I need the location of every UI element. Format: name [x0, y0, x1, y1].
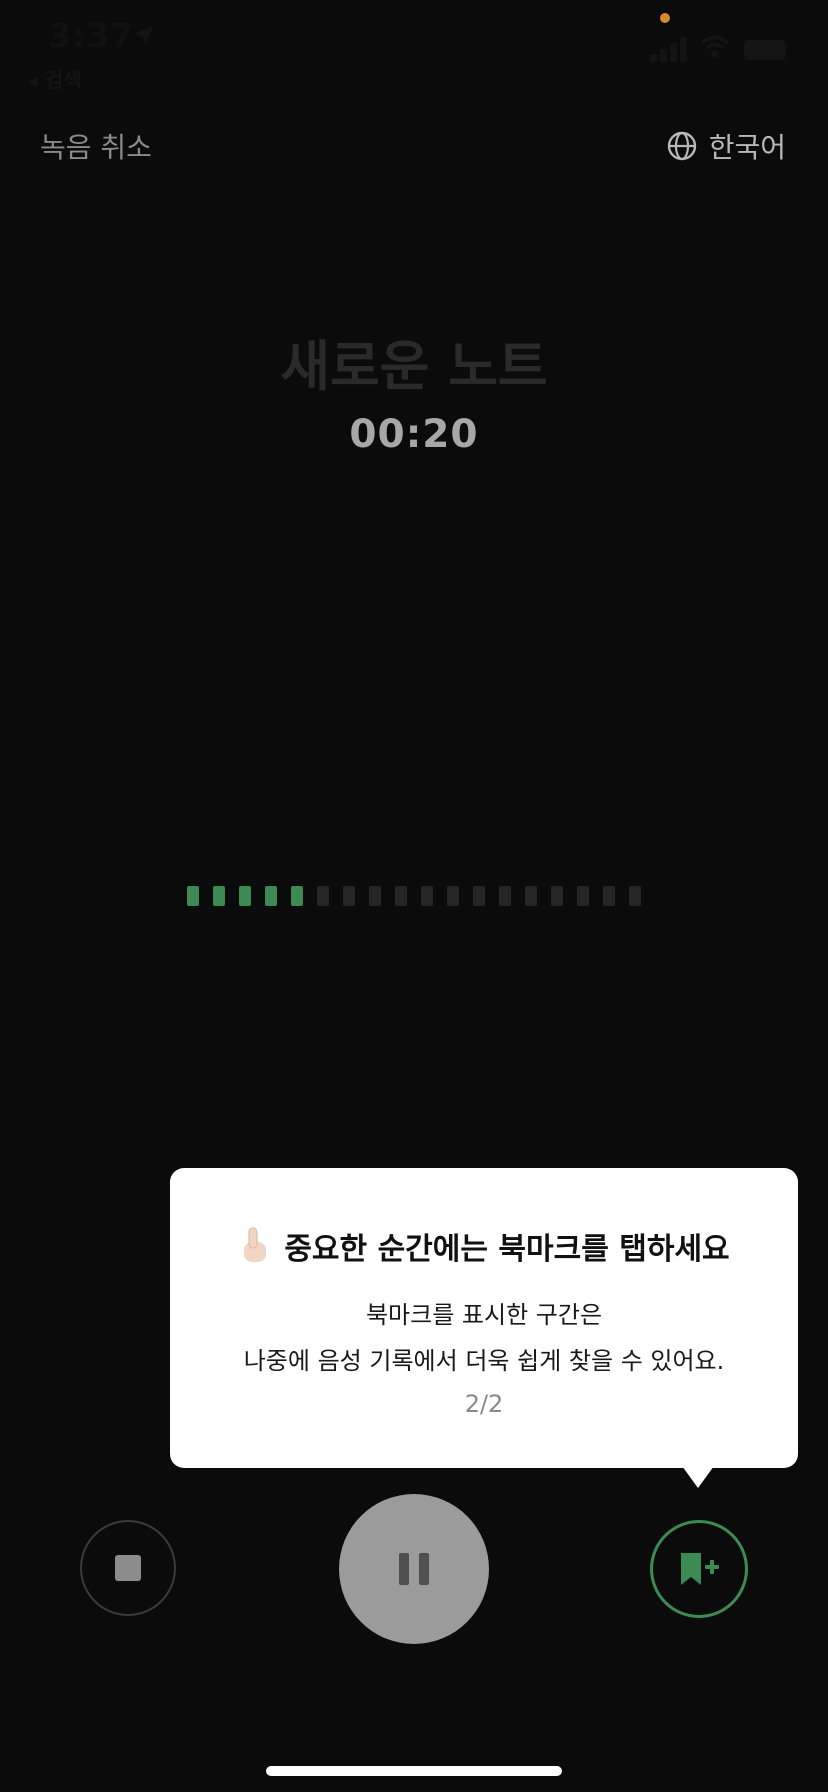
- tooltip-title-row: 중요한 순간에는 북마크를 탭하세요: [170, 1224, 798, 1268]
- audio-level-meter: [187, 886, 641, 906]
- level-bar: [577, 886, 589, 906]
- add-bookmark-button[interactable]: [650, 1520, 748, 1618]
- home-indicator[interactable]: [266, 1766, 562, 1776]
- tooltip-title: 중요한 순간에는 북마크를 탭하세요: [284, 1232, 730, 1267]
- level-bar: [369, 886, 381, 906]
- pointing-hand-icon: [244, 1227, 267, 1262]
- tooltip-pointer: [682, 1466, 714, 1488]
- recording-screen: 3:37 ◂ 검색 녹음 취소 한국어 새로운 노트 00:20 중요한 순간에…: [0, 0, 828, 1792]
- cancel-recording-button[interactable]: 녹음 취소: [40, 126, 152, 166]
- level-bar: [447, 886, 459, 906]
- mic-in-use-indicator: [660, 13, 670, 23]
- level-bar: [499, 886, 511, 906]
- level-bar: [551, 886, 563, 906]
- bookmark-add-icon: [681, 1553, 719, 1585]
- globe-icon: [667, 131, 696, 161]
- battery-icon: [744, 40, 786, 60]
- level-bar: [265, 886, 277, 906]
- note-title[interactable]: 새로운 노트: [0, 322, 828, 401]
- location-arrow-icon: [134, 25, 154, 45]
- level-bar: [421, 886, 433, 906]
- level-bar: [343, 886, 355, 906]
- level-bar: [187, 886, 199, 906]
- level-bar: [291, 886, 303, 906]
- wifi-icon: [700, 35, 730, 58]
- pause-icon: [399, 1553, 409, 1585]
- level-bar: [525, 886, 537, 906]
- level-bar: [473, 886, 485, 906]
- bookmark-tooltip[interactable]: 중요한 순간에는 북마크를 탭하세요 북마크를 표시한 구간은 나중에 음성 기…: [170, 1168, 798, 1468]
- level-bar: [239, 886, 251, 906]
- tooltip-body-line: 나중에 음성 기록에서 더욱 쉽게 찾을 수 있어요.: [243, 1347, 725, 1375]
- level-bar: [629, 886, 641, 906]
- tooltip-body: 북마크를 표시한 구간은 나중에 음성 기록에서 더욱 쉽게 찾을 수 있어요.: [170, 1292, 798, 1384]
- level-bar: [603, 886, 615, 906]
- tooltip-page-indicator: 2/2: [464, 1390, 504, 1418]
- pause-button[interactable]: [339, 1494, 489, 1644]
- language-label: 한국어: [708, 131, 786, 164]
- level-bar: [395, 886, 407, 906]
- cellular-signal-icon: [650, 36, 690, 62]
- language-selector[interactable]: 한국어: [667, 126, 786, 166]
- pause-icon: [419, 1553, 429, 1585]
- level-bar: [213, 886, 225, 906]
- stop-button[interactable]: [80, 1520, 176, 1616]
- status-time: 3:37: [48, 16, 135, 55]
- level-bar: [317, 886, 329, 906]
- back-to-app-link[interactable]: ◂ 검색: [28, 64, 82, 93]
- recording-timer: 00:20: [349, 412, 479, 457]
- tooltip-body-line: 북마크를 표시한 구간은: [365, 1301, 603, 1329]
- stop-icon: [115, 1555, 141, 1581]
